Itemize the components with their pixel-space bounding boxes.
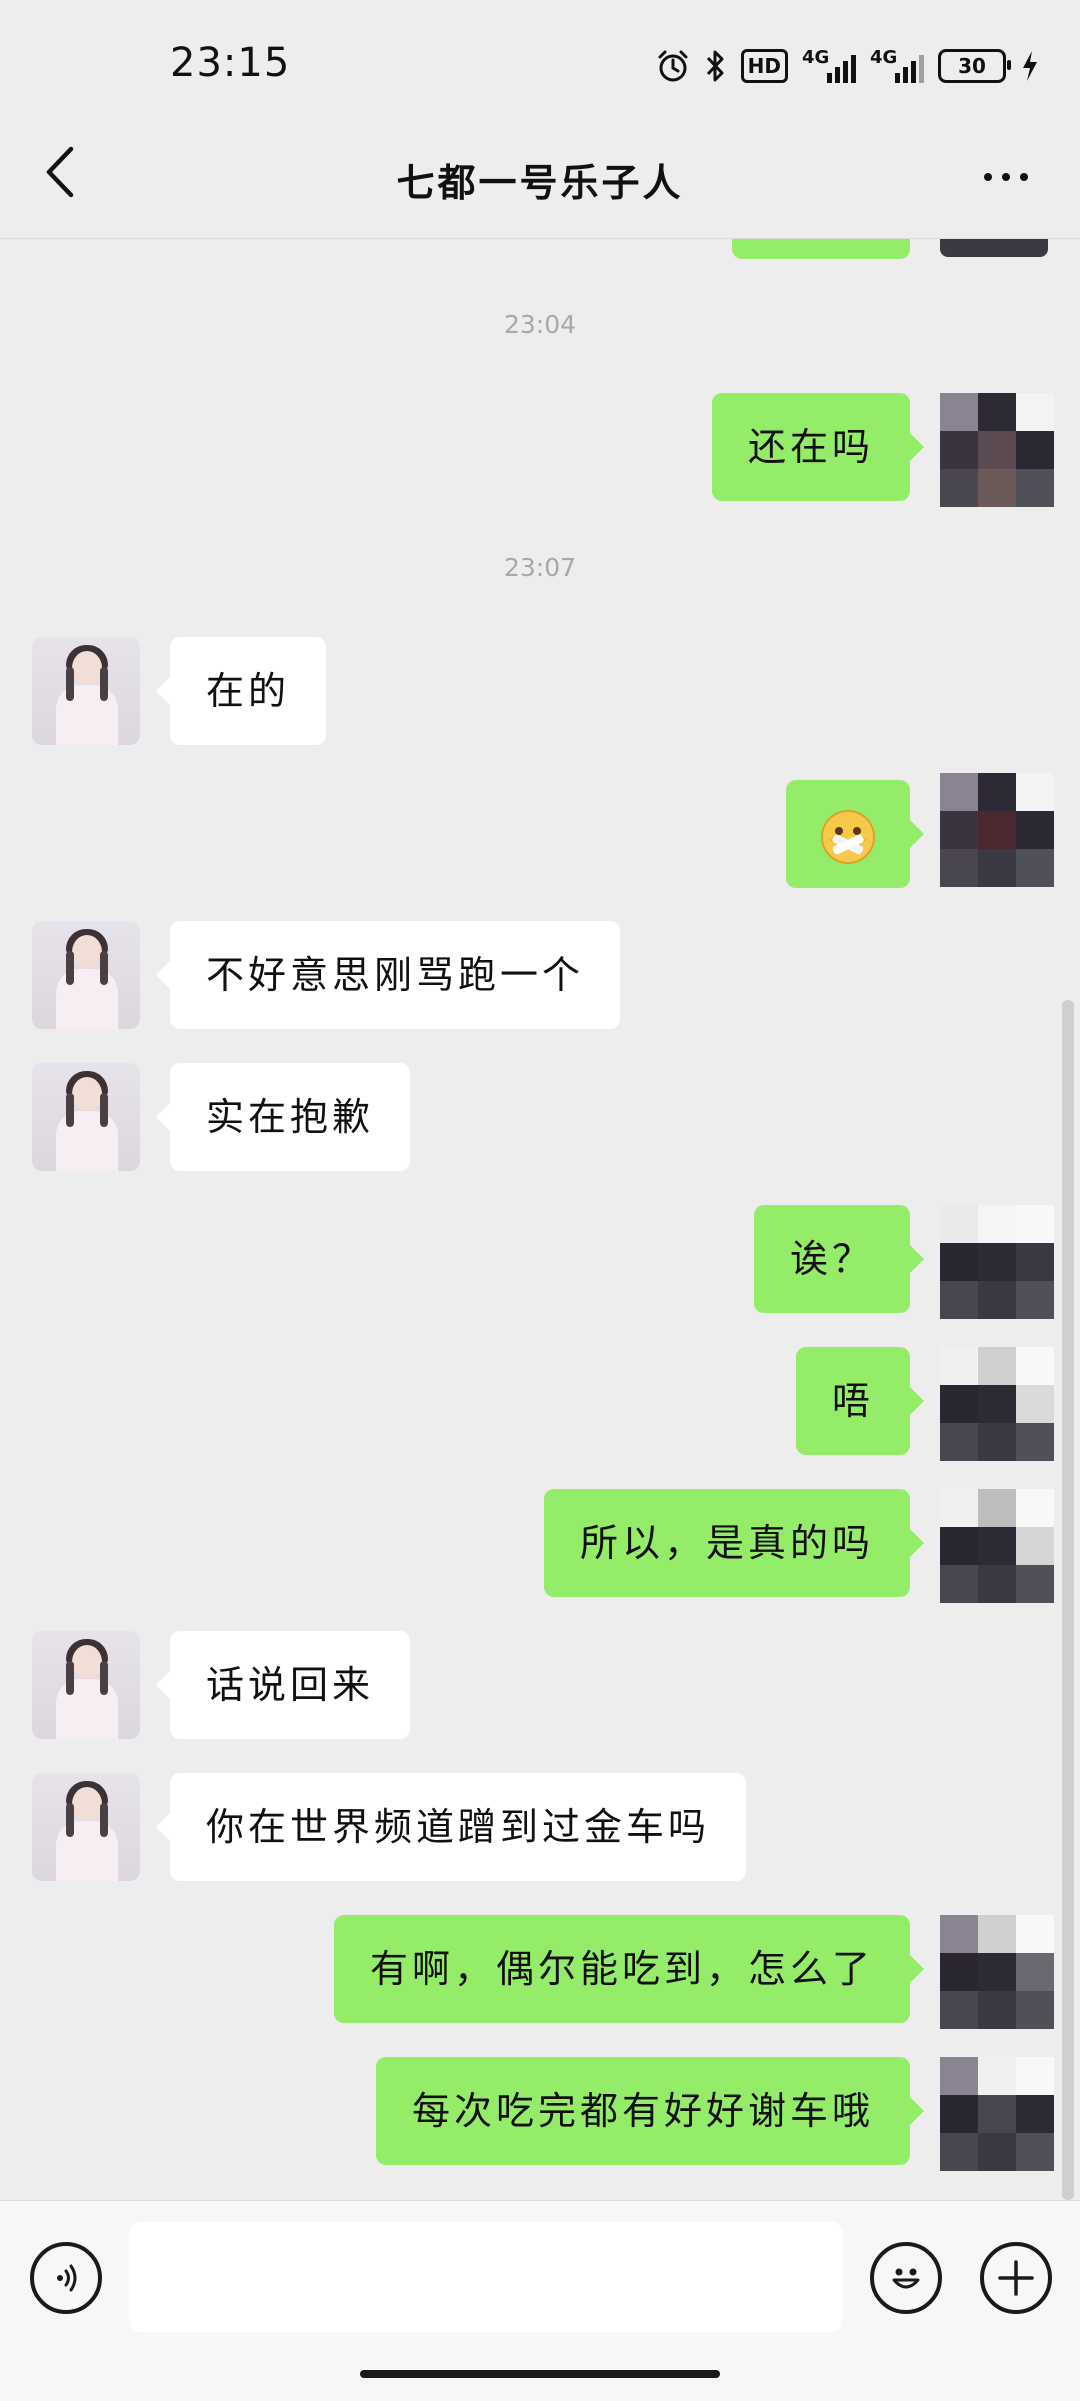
timestamp: 23:07 (503, 553, 577, 582)
message-bubble-outgoing[interactable]: 诶？ (753, 1205, 925, 1313)
hd-badge: HD (740, 49, 788, 83)
my-avatar[interactable] (940, 1347, 1054, 1461)
message-text: 唔 (831, 1379, 874, 1423)
message-text: 话说回来 (206, 1663, 375, 1707)
title-divider (0, 238, 1080, 239)
bluetooth-icon (705, 49, 727, 83)
my-avatar[interactable] (940, 1915, 1054, 2029)
plus-button[interactable] (980, 2242, 1052, 2314)
previous-bubble-partial (732, 239, 910, 259)
contact-avatar[interactable] (32, 1773, 140, 1881)
message-text: 诶？ (789, 1237, 874, 1281)
message-text: 在的 (206, 669, 291, 713)
emoji-icon (892, 2268, 920, 2289)
my-avatar[interactable] (940, 393, 1054, 507)
plus-icon (998, 2260, 1034, 2296)
voice-icon (57, 2264, 77, 2292)
my-avatar[interactable] (940, 773, 1054, 887)
message-bubble-incoming[interactable]: 不好意思刚骂跑一个 (155, 921, 621, 1029)
message-bubble-outgoing[interactable]: 所以，是真的吗 (543, 1489, 925, 1597)
message-bubble-incoming[interactable]: 话说回来 (155, 1631, 411, 1739)
more-icon (984, 173, 1028, 181)
message-text: 实在抱歉 (206, 1095, 375, 1139)
message-bubble-outgoing[interactable]: 还在吗 (711, 393, 925, 501)
chat-title: 七都一号乐子人 (396, 161, 684, 205)
scrollbar[interactable] (1062, 1000, 1074, 2200)
previous-avatar-partial (940, 239, 1048, 257)
contact-avatar[interactable] (32, 1063, 140, 1171)
message-bubble-incoming[interactable]: 你在世界频道蹭到过金车吗 (155, 1773, 747, 1881)
contact-avatar[interactable] (32, 1631, 140, 1739)
message-bubble-incoming[interactable]: 在的 (155, 637, 327, 745)
my-avatar[interactable] (940, 1205, 1054, 1319)
more-button[interactable] (966, 152, 1046, 202)
message-bubble-outgoing[interactable] (786, 780, 924, 888)
net1-label: 4G (802, 47, 830, 68)
net2-label: 4G (870, 47, 898, 68)
emoji-button[interactable] (870, 2242, 942, 2314)
message-text: 还在吗 (747, 425, 874, 469)
message-bubble-incoming[interactable]: 实在抱歉 (155, 1063, 411, 1171)
my-avatar[interactable] (940, 1489, 1054, 1603)
zipper-mouth-face-emoji (821, 809, 875, 864)
message-bubble-outgoing[interactable]: 每次吃完都有好好谢车哦 (375, 2057, 925, 2165)
signal-icon: 4G (802, 47, 856, 83)
my-avatar[interactable] (940, 2057, 1054, 2171)
charging-icon (1020, 49, 1040, 83)
message-input[interactable] (130, 2222, 842, 2332)
signal-icon-2: 4G (870, 47, 924, 83)
alarm-icon (655, 48, 691, 84)
message-text: 所以，是真的吗 (579, 1521, 874, 1565)
battery-level: 30 (958, 54, 986, 78)
home-indicator (360, 2370, 720, 2378)
message-text: 有啊，偶尔能吃到，怎么了 (369, 1947, 874, 1991)
message-text: 每次吃完都有好好谢车哦 (411, 2089, 874, 2133)
contact-avatar[interactable] (32, 637, 140, 745)
timestamp: 23:04 (503, 310, 577, 339)
message-bubble-outgoing[interactable]: 唔 (795, 1347, 925, 1455)
message-text: 你在世界频道蹭到过金车吗 (206, 1805, 711, 1849)
contact-avatar[interactable] (32, 921, 140, 1029)
status-icons: HD 4G 4G 30 (655, 44, 1040, 88)
message-text: 不好意思刚骂跑一个 (206, 953, 585, 997)
message-bubble-outgoing[interactable]: 有啊，偶尔能吃到，怎么了 (333, 1915, 925, 2023)
battery-icon: 30 (938, 49, 1011, 83)
voice-button[interactable] (30, 2242, 102, 2314)
status-time: 23:15 (170, 40, 291, 86)
